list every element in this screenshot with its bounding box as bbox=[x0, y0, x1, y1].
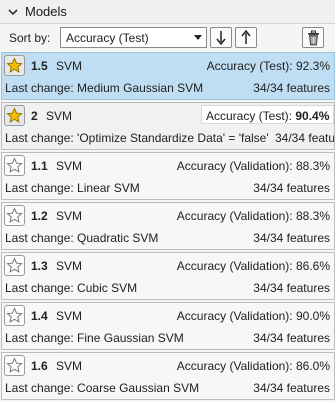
star-outline-icon bbox=[6, 357, 23, 373]
feature-count: 34/34 features bbox=[253, 281, 330, 295]
last-change: Last change: Linear SVM bbox=[5, 181, 140, 195]
metric-label: Accuracy (Validation): bbox=[176, 159, 293, 173]
model-number: 1.3 bbox=[31, 259, 48, 273]
last-change: Last change: Quadratic SVM bbox=[5, 231, 159, 245]
favorite-toggle[interactable] bbox=[4, 105, 25, 126]
model-type: SVM bbox=[56, 209, 83, 223]
star-filled-icon bbox=[6, 57, 23, 73]
trash-icon bbox=[308, 30, 319, 46]
feature-count: 34/34 features bbox=[253, 331, 330, 345]
collapse-chevron-icon[interactable] bbox=[6, 5, 20, 19]
metric-label: Accuracy (Test): bbox=[206, 109, 293, 123]
panel-title: Models bbox=[25, 4, 67, 19]
feature-count: 34/34 features bbox=[253, 231, 330, 245]
model-number: 1.5 bbox=[31, 59, 48, 73]
metric-value: 88.3% bbox=[295, 209, 330, 223]
model-number: 1.6 bbox=[31, 359, 48, 373]
sort-ascending-icon bbox=[241, 30, 251, 44]
model-type: SVM bbox=[56, 59, 83, 73]
favorite-toggle[interactable] bbox=[4, 255, 25, 276]
last-change: Last change: Cubic SVM bbox=[5, 281, 138, 295]
delete-model-button[interactable] bbox=[302, 27, 324, 48]
model-card-2[interactable]: 2 SVM Accuracy (Test): 90.4% Last change… bbox=[1, 102, 335, 150]
model-number: 1.2 bbox=[31, 209, 48, 223]
sort-by-dropdown[interactable]: Accuracy (Test) bbox=[60, 27, 207, 48]
model-type: SVM bbox=[56, 259, 83, 273]
model-card-1-3[interactable]: 1.3 SVM Accuracy (Validation): 86.6% Las… bbox=[1, 252, 335, 300]
star-outline-icon bbox=[6, 157, 23, 173]
model-number: 1.4 bbox=[31, 309, 48, 323]
model-metric: Accuracy (Test): 92.3% bbox=[207, 59, 330, 73]
feature-count: 34/34 featu bbox=[275, 131, 335, 145]
model-number: 2 bbox=[31, 109, 38, 123]
feature-count: 34/34 features bbox=[253, 81, 330, 95]
last-change: Last change: Medium Gaussian SVM bbox=[5, 81, 204, 95]
model-card-1-5[interactable]: 1.5 SVM Accuracy (Test): 92.3% Last chan… bbox=[1, 52, 335, 100]
model-metric: Accuracy (Validation): 86.0% bbox=[177, 359, 330, 373]
model-type: SVM bbox=[46, 109, 73, 123]
last-change: Last change: 'Optimize Standardize Data'… bbox=[5, 131, 269, 145]
favorite-toggle[interactable] bbox=[4, 205, 25, 226]
sort-by-value: Accuracy (Test) bbox=[66, 31, 149, 45]
metric-label: Accuracy (Validation): bbox=[176, 309, 293, 323]
star-outline-icon bbox=[6, 307, 23, 323]
model-metric: Accuracy (Validation): 88.3% bbox=[177, 209, 330, 223]
metric-label: Accuracy (Test): bbox=[206, 59, 293, 73]
metric-label: Accuracy (Validation): bbox=[176, 359, 293, 373]
star-filled-icon bbox=[6, 107, 23, 123]
model-type: SVM bbox=[56, 159, 83, 173]
star-outline-icon bbox=[6, 207, 23, 223]
dropdown-arrow-icon bbox=[194, 35, 202, 40]
model-metric: Accuracy (Validation): 88.3% bbox=[177, 159, 330, 173]
feature-count: 34/34 features bbox=[253, 181, 330, 195]
metric-value: 90.0% bbox=[295, 309, 330, 323]
model-type: SVM bbox=[56, 359, 83, 373]
model-metric-tooltip: Accuracy (Test): 90.4% bbox=[201, 105, 334, 124]
metric-value: 90.4% bbox=[295, 109, 330, 123]
metric-value: 86.6% bbox=[295, 259, 330, 273]
model-metric: Accuracy (Validation): 90.0% bbox=[177, 309, 330, 323]
metric-label: Accuracy (Validation): bbox=[176, 259, 293, 273]
model-card-1-4[interactable]: 1.4 SVM Accuracy (Validation): 90.0% Las… bbox=[1, 302, 335, 350]
sort-toolbar: Sort by: Accuracy (Test) bbox=[0, 24, 335, 52]
favorite-toggle[interactable] bbox=[4, 155, 25, 176]
sort-ascending-button[interactable] bbox=[235, 27, 257, 48]
model-list: 1.5 SVM Accuracy (Test): 92.3% Last chan… bbox=[0, 52, 335, 402]
feature-count: 34/34 features bbox=[253, 381, 330, 395]
sort-by-label: Sort by: bbox=[9, 31, 51, 45]
models-panel-header: Models bbox=[0, 0, 335, 24]
sort-descending-icon bbox=[216, 31, 226, 45]
model-metric: Accuracy (Validation): 86.6% bbox=[177, 259, 330, 273]
last-change: Last change: Coarse Gaussian SVM bbox=[5, 381, 200, 395]
model-card-1-2[interactable]: 1.2 SVM Accuracy (Validation): 88.3% Las… bbox=[1, 202, 335, 250]
favorite-toggle[interactable] bbox=[4, 355, 25, 376]
metric-value: 86.0% bbox=[295, 359, 330, 373]
model-number: 1.1 bbox=[31, 159, 48, 173]
model-type: SVM bbox=[56, 309, 83, 323]
favorite-toggle[interactable] bbox=[4, 305, 25, 326]
favorite-toggle[interactable] bbox=[4, 55, 25, 76]
star-outline-icon bbox=[6, 257, 23, 273]
metric-value: 92.3% bbox=[295, 59, 330, 73]
metric-label: Accuracy (Validation): bbox=[176, 209, 293, 223]
model-card-1-1[interactable]: 1.1 SVM Accuracy (Validation): 88.3% Las… bbox=[1, 152, 335, 200]
model-card-1-6[interactable]: 1.6 SVM Accuracy (Validation): 86.0% Las… bbox=[1, 352, 335, 400]
sort-descending-button[interactable] bbox=[210, 27, 232, 48]
last-change: Last change: Fine Gaussian SVM bbox=[5, 331, 184, 345]
metric-value: 88.3% bbox=[295, 159, 330, 173]
